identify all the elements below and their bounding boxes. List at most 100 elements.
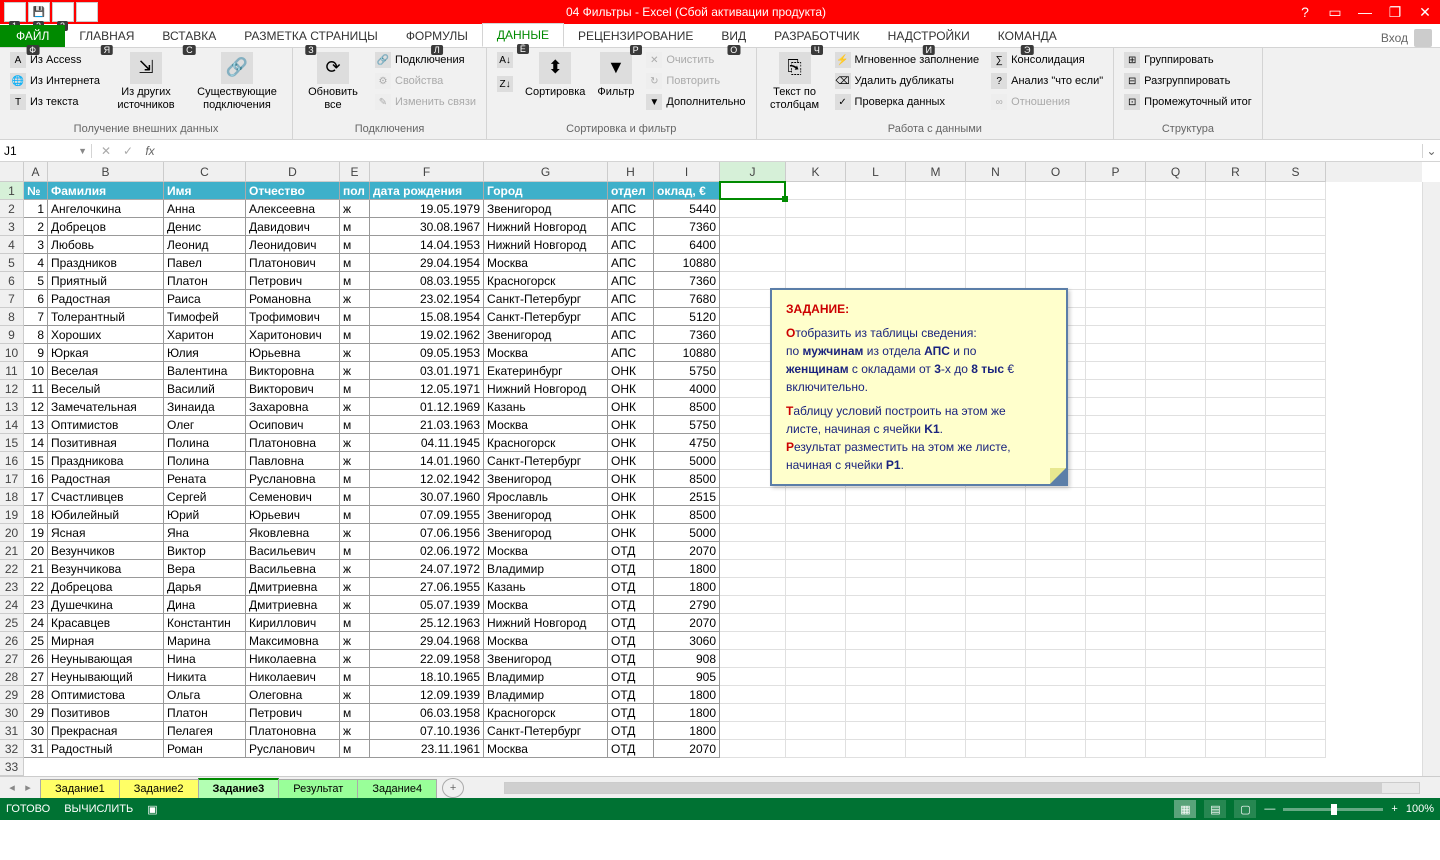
cell[interactable] xyxy=(1086,434,1146,452)
rowhead-9[interactable]: 9 xyxy=(0,326,24,344)
cell[interactable] xyxy=(1086,524,1146,542)
cell[interactable] xyxy=(1206,524,1266,542)
cell[interactable]: 24.07.1972 xyxy=(370,560,484,578)
cell[interactable] xyxy=(1266,722,1326,740)
header-cell[interactable]: № xyxy=(24,182,48,200)
cell[interactable] xyxy=(966,614,1026,632)
rowhead-27[interactable]: 27 xyxy=(0,650,24,668)
cell[interactable] xyxy=(1146,254,1206,272)
hscroll-track[interactable] xyxy=(504,782,1420,794)
hscroll-thumb[interactable] xyxy=(505,783,1382,793)
sort-desc-button[interactable]: Z↓ xyxy=(493,74,517,94)
cell[interactable]: 02.06.1972 xyxy=(370,542,484,560)
cell[interactable] xyxy=(1266,542,1326,560)
rowhead-10[interactable]: 10 xyxy=(0,344,24,362)
cell[interactable]: Леонидович xyxy=(246,236,340,254)
cell[interactable]: Москва xyxy=(484,416,608,434)
cell[interactable] xyxy=(1266,578,1326,596)
cell[interactable] xyxy=(1146,218,1206,236)
cell[interactable]: ОНК xyxy=(608,416,654,434)
cell[interactable] xyxy=(1206,236,1266,254)
cell[interactable] xyxy=(1266,470,1326,488)
qat-undo-icon[interactable]: ↶3 xyxy=(52,2,74,22)
worksheet-grid[interactable]: ABCDEFGHIJKLMNOPQRS 12345678910111213141… xyxy=(0,162,1440,776)
cell[interactable]: м xyxy=(340,704,370,722)
cell[interactable]: м xyxy=(340,542,370,560)
fx-icon[interactable]: fx xyxy=(140,144,160,158)
cell[interactable] xyxy=(786,200,846,218)
cell[interactable]: Везунчикова xyxy=(48,560,164,578)
cell[interactable]: м xyxy=(340,488,370,506)
cell[interactable]: 2070 xyxy=(654,542,720,560)
cell[interactable] xyxy=(1206,488,1266,506)
cell[interactable] xyxy=(906,200,966,218)
cell[interactable] xyxy=(786,254,846,272)
header-cell[interactable] xyxy=(846,182,906,200)
from-other-sources-button[interactable]: ⇲Из других источников xyxy=(108,50,184,114)
cell[interactable] xyxy=(786,578,846,596)
subtotal-button[interactable]: ⊡Промежуточный итог xyxy=(1120,92,1256,112)
colhead-B[interactable]: B xyxy=(48,162,164,182)
cell[interactable]: Полина xyxy=(164,434,246,452)
rowhead-32[interactable]: 32 xyxy=(0,740,24,758)
cell[interactable]: 7360 xyxy=(654,272,720,290)
cell[interactable] xyxy=(906,740,966,758)
cell[interactable] xyxy=(906,236,966,254)
cell[interactable] xyxy=(906,596,966,614)
sheet-tab-Задание3[interactable]: Задание3 xyxy=(198,778,280,798)
cell[interactable] xyxy=(966,632,1026,650)
cell[interactable]: Николаевна xyxy=(246,650,340,668)
refresh-all-button[interactable]: ⟳Обновить все xyxy=(299,50,367,114)
cell[interactable] xyxy=(966,668,1026,686)
cell[interactable] xyxy=(1026,200,1086,218)
cell[interactable]: Добрецова xyxy=(48,578,164,596)
cell[interactable]: ОНК xyxy=(608,488,654,506)
cell[interactable]: ж xyxy=(340,452,370,470)
cell[interactable]: 14.01.1960 xyxy=(370,452,484,470)
rowhead-23[interactable]: 23 xyxy=(0,578,24,596)
cell[interactable] xyxy=(1086,344,1146,362)
cell[interactable]: Роман xyxy=(164,740,246,758)
cell[interactable]: Анна xyxy=(164,200,246,218)
cell[interactable] xyxy=(1266,380,1326,398)
cell[interactable]: м xyxy=(340,236,370,254)
cell[interactable] xyxy=(966,524,1026,542)
cell[interactable]: Санкт-Петербург xyxy=(484,308,608,326)
cell[interactable]: 2070 xyxy=(654,740,720,758)
cell[interactable]: Везунчиков xyxy=(48,542,164,560)
cell[interactable]: 21 xyxy=(24,560,48,578)
cell[interactable]: ОНК xyxy=(608,470,654,488)
cell[interactable] xyxy=(846,632,906,650)
cell[interactable]: Никита xyxy=(164,668,246,686)
cell[interactable]: ж xyxy=(340,398,370,416)
cell[interactable]: Радостный xyxy=(48,740,164,758)
cell[interactable]: 31 xyxy=(24,740,48,758)
cell[interactable] xyxy=(1266,524,1326,542)
cell[interactable] xyxy=(1026,254,1086,272)
cell[interactable]: 1800 xyxy=(654,578,720,596)
cell[interactable] xyxy=(1086,632,1146,650)
cell[interactable]: Вера xyxy=(164,560,246,578)
cell[interactable] xyxy=(1206,596,1266,614)
cell[interactable]: Москва xyxy=(484,344,608,362)
rowhead-21[interactable]: 21 xyxy=(0,542,24,560)
cell[interactable]: Павловна xyxy=(246,452,340,470)
cell[interactable]: 14 xyxy=(24,434,48,452)
cell[interactable] xyxy=(846,542,906,560)
cell[interactable] xyxy=(786,686,846,704)
cell[interactable]: Санкт-Петербург xyxy=(484,290,608,308)
cell[interactable]: 2790 xyxy=(654,596,720,614)
qat-redo-icon[interactable]: ↷ xyxy=(76,2,98,22)
cell[interactable] xyxy=(1266,614,1326,632)
cell[interactable] xyxy=(1206,740,1266,758)
cell[interactable] xyxy=(720,704,786,722)
cell[interactable] xyxy=(786,488,846,506)
cell[interactable] xyxy=(1206,614,1266,632)
text-to-columns-button[interactable]: ⎘Текст по столбцам xyxy=(763,50,827,114)
cell[interactable]: 5 xyxy=(24,272,48,290)
cell[interactable] xyxy=(1026,650,1086,668)
rowhead-15[interactable]: 15 xyxy=(0,434,24,452)
sort-asc-button[interactable]: A↓ xyxy=(493,50,517,70)
cell[interactable]: 20 xyxy=(24,542,48,560)
cell[interactable]: 07.09.1955 xyxy=(370,506,484,524)
